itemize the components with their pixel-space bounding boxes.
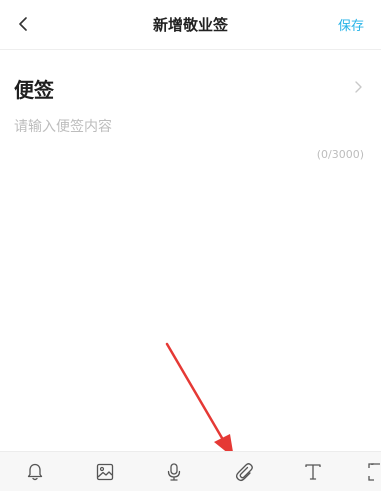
insert-image-button[interactable] (92, 459, 118, 485)
attachment-button[interactable] (231, 459, 257, 485)
expand-button[interactable] (364, 459, 381, 485)
paperclip-icon (235, 463, 253, 482)
image-icon (96, 463, 114, 481)
annotation-arrow (165, 342, 234, 458)
editor-toolbar (0, 451, 381, 491)
voice-record-button[interactable] (161, 459, 187, 485)
text-format-button[interactable] (300, 459, 326, 485)
text-format-icon (305, 464, 321, 480)
microphone-icon (167, 463, 181, 481)
expand-icon (368, 463, 380, 481)
chevron-right-icon (355, 81, 362, 93)
bell-icon (27, 463, 43, 481)
char-counter: (0/3000) (316, 148, 364, 161)
category-label: 便签 (14, 78, 54, 102)
page-title: 新增敬业签 (152, 16, 228, 34)
reminder-button[interactable] (22, 459, 48, 485)
save-button[interactable]: 保存 (338, 15, 364, 34)
top-nav-bar: 新增敬业签 保存 (0, 0, 381, 50)
category-selector[interactable]: 便签 (0, 74, 381, 102)
note-content-input[interactable] (14, 113, 364, 141)
